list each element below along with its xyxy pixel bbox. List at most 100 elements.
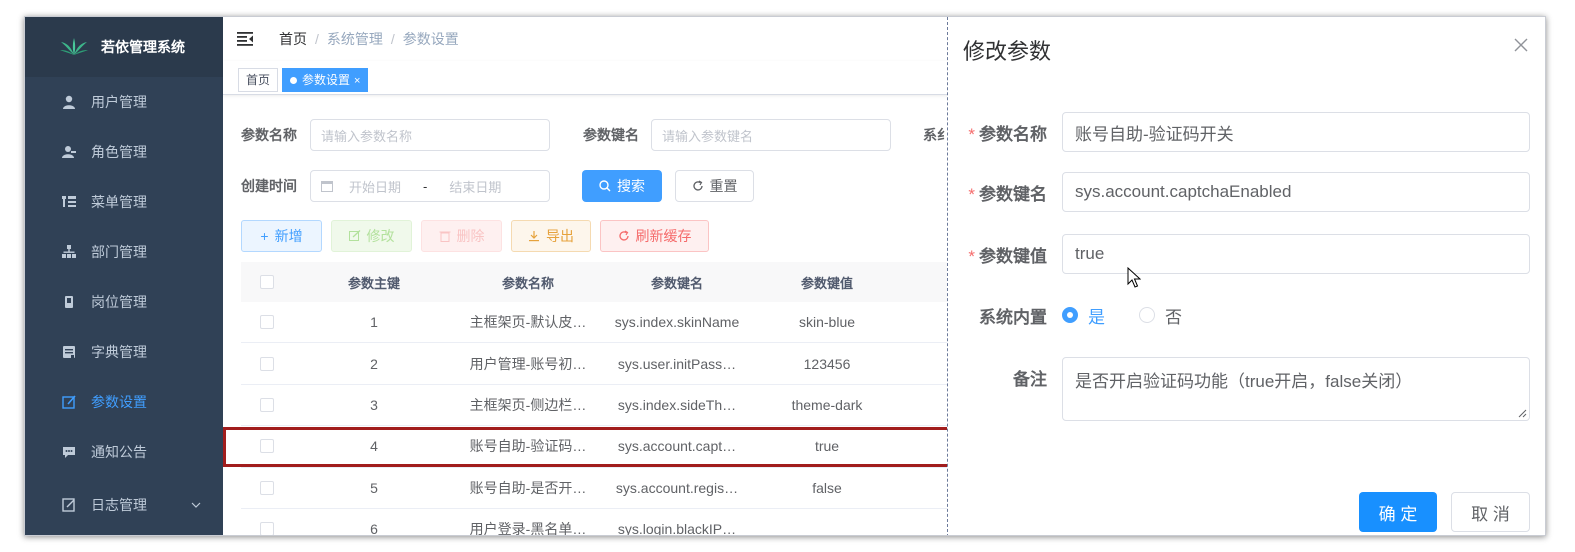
breadcrumb-config: 参数设置: [402, 31, 459, 47]
param-name-value: 账号自助-验证码开关: [1075, 124, 1234, 144]
sidebar-item-posts[interactable]: 岗位管理: [25, 277, 223, 327]
refresh-icon: [618, 230, 629, 241]
breadcrumb-system: 系统管理: [326, 31, 383, 47]
builtin-label: 系统内置: [979, 307, 1047, 327]
table-row[interactable]: 3 主框架页-侧边栏… sys.index.sideTh… theme-dark: [241, 385, 961, 427]
param-name-field[interactable]: 账号自助-验证码开关: [1062, 112, 1530, 152]
sidebar-item-notice[interactable]: 通知公告: [25, 427, 223, 477]
table-row[interactable]: 6 用户登录-黑名单… sys.login.blackIP…: [241, 509, 961, 536]
form-item-param-key: * 参数键名: [964, 172, 1047, 212]
radio-no[interactable]: 否: [1139, 303, 1182, 328]
radio-yes[interactable]: 是: [1062, 303, 1105, 328]
breadcrumb: 首页 / 系统管理 / 参数设置: [279, 29, 459, 49]
table-cell: 用户管理-账号初…: [469, 355, 587, 372]
sidebar: 若依管理系统 用户管理 角色管理 菜单管理 部门管理 岗位管理 字典管理 参数设…: [25, 17, 223, 535]
log-icon: [61, 497, 77, 513]
sidebar-item-label: 用户管理: [91, 94, 147, 110]
refresh-cache-button[interactable]: 刷新缓存: [600, 220, 709, 252]
radio-unchecked-icon: [1139, 307, 1155, 323]
sidebar-item-menus[interactable]: 菜单管理: [25, 177, 223, 227]
search-button[interactable]: 搜索: [582, 170, 662, 202]
export-button-label: 导出: [546, 228, 574, 244]
search-icon: [599, 180, 611, 192]
radio-no-label: 否: [1165, 307, 1182, 327]
row-checkbox[interactable]: [260, 397, 274, 412]
table-cell: theme-dark: [791, 396, 863, 413]
remark-label: 备注: [1013, 369, 1047, 389]
edit-button[interactable]: 修改: [331, 220, 412, 252]
select-all-checkbox[interactable]: [260, 275, 274, 289]
table-cell: sys.index.skinName: [614, 314, 740, 331]
tag-config[interactable]: 参数设置 ×: [282, 68, 369, 92]
param-key-field[interactable]: sys.account.captchaEnabled: [1062, 172, 1530, 212]
column-header[interactable]: 参数主键: [293, 273, 455, 292]
breadcrumb-home[interactable]: 首页: [279, 29, 307, 49]
edit-config-drawer: 修改参数 * 参数名称 账号自助-验证码开关 * 参数键名 sys.account.…: [947, 17, 1545, 535]
create-time-label: 创建时间: [241, 178, 297, 194]
table-row[interactable]: 2 用户管理-账号初… sys.user.initPass… 123456: [241, 343, 961, 385]
sidebar-item-logs[interactable]: 日志管理: [25, 477, 223, 533]
mouse-cursor-icon: [1127, 267, 1141, 288]
row-checkbox[interactable]: [260, 315, 274, 330]
param-name-input[interactable]: 请输入参数名称: [310, 119, 550, 151]
download-icon: [529, 231, 539, 242]
end-date-placeholder: 结束日期: [449, 179, 502, 195]
edit-icon: [61, 394, 77, 410]
sidebar-item-dict[interactable]: 字典管理: [25, 327, 223, 377]
table-cell: 5: [370, 479, 378, 496]
table-cell: 1: [370, 314, 378, 331]
add-button[interactable]: + 新增: [241, 220, 322, 252]
column-header[interactable]: 参数键值: [753, 273, 901, 292]
column-header[interactable]: 参数名称: [455, 273, 601, 292]
hamburger-icon[interactable]: [237, 32, 253, 46]
param-key-label: 参数键名: [979, 184, 1047, 204]
table-row[interactable]: 1 主框架页-默认皮… sys.index.skinName skin-blue: [241, 302, 961, 344]
resize-handle-icon[interactable]: [1518, 409, 1527, 418]
param-key-input[interactable]: 请输入参数键名: [651, 119, 891, 151]
row-checkbox[interactable]: [260, 522, 274, 535]
column-header[interactable]: 参数键名: [601, 273, 753, 292]
breadcrumb-separator: /: [390, 31, 395, 47]
sidebar-item-users[interactable]: 用户管理: [25, 77, 223, 127]
builtin-radio-group: 是 否: [1062, 295, 1216, 335]
table-cell: 2: [370, 355, 378, 372]
export-button[interactable]: 导出: [511, 220, 591, 252]
remark-textarea[interactable]: 是否开启验证码功能（true开启，false关闭）: [1062, 357, 1530, 421]
search-row-2: 创建时间 开始日期 - 结束日期: [241, 170, 550, 202]
date-range-picker[interactable]: 开始日期 - 结束日期: [310, 170, 550, 202]
edit-icon: [348, 230, 360, 241]
param-key-label: 参数键名: [583, 127, 639, 143]
param-name-placeholder: 请输入参数名称: [321, 128, 413, 144]
delete-button[interactable]: 删除: [421, 220, 502, 252]
row-checkbox[interactable]: [260, 356, 274, 371]
param-key-value: sys.account.captchaEnabled: [1075, 182, 1292, 201]
row-checkbox[interactable]: [260, 480, 274, 495]
user-icon: [61, 94, 77, 110]
sidebar-item-label: 部门管理: [91, 244, 147, 260]
param-name-label: 参数名称: [979, 124, 1047, 144]
table-cell: 主框架页-默认皮…: [469, 314, 587, 331]
tag-home[interactable]: 首页: [238, 68, 279, 92]
param-value-label: 参数键值: [979, 246, 1047, 266]
sidebar-logo[interactable]: 若依管理系统: [25, 17, 223, 77]
required-asterisk: *: [968, 124, 975, 144]
sidebar-item-config[interactable]: 参数设置: [25, 377, 223, 427]
tag-label: 首页: [246, 73, 271, 87]
reset-button[interactable]: 重置: [675, 170, 754, 202]
confirm-button[interactable]: 确 定: [1359, 492, 1437, 532]
calendar-icon: [321, 181, 333, 192]
table-cell: 6: [370, 521, 378, 536]
refresh-icon: [692, 180, 703, 191]
sidebar-item-roles[interactable]: 角色管理: [25, 127, 223, 177]
table-row[interactable]: 5 账号自助-是否开… sys.account.regis… false: [241, 468, 961, 509]
close-icon[interactable]: ×: [354, 75, 360, 87]
peoples-icon: [61, 144, 77, 160]
sidebar-item-label: 参数设置: [91, 394, 147, 410]
table-cell: 账号自助-是否开…: [469, 479, 587, 496]
form-item-param-value: * 参数键值: [964, 234, 1047, 274]
table-cell: false: [812, 479, 842, 496]
reset-button-label: 重置: [709, 178, 738, 194]
cancel-button[interactable]: 取 消: [1451, 492, 1530, 532]
sidebar-item-departments[interactable]: 部门管理: [25, 227, 223, 277]
close-icon[interactable]: [1513, 37, 1529, 53]
